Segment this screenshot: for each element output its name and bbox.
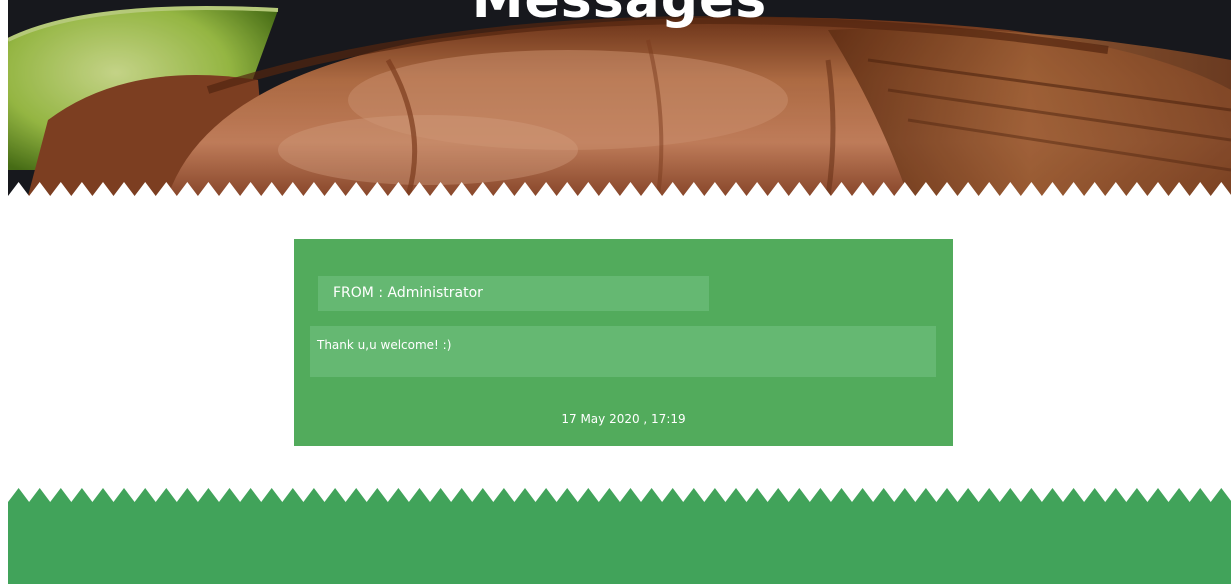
message-timestamp: 17 May 2020 , 17:19 xyxy=(561,412,686,426)
page-title: Messages xyxy=(471,0,768,30)
message-body: Thank u,u welcome! :) xyxy=(310,326,936,377)
message-sender: FROM : Administrator xyxy=(318,276,709,311)
page: Messages FROM : Administrator Thank u,u … xyxy=(0,0,1231,584)
sender-name: Administrator xyxy=(387,285,483,301)
footer-band xyxy=(8,488,1231,584)
message-card: FROM : Administrator Thank u,u welcome! … xyxy=(294,239,953,446)
sender-label: FROM : xyxy=(333,285,384,301)
hero-banner: Messages xyxy=(8,0,1231,196)
